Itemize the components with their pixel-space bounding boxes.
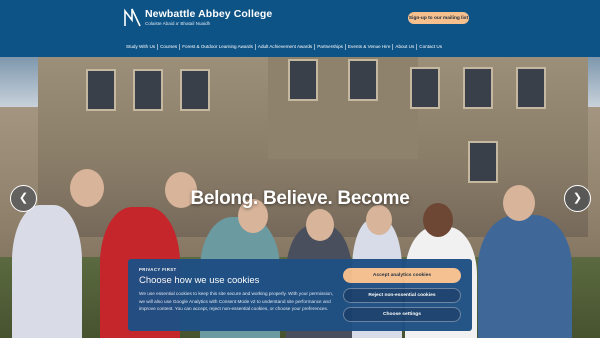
chevron-right-icon: ❯ xyxy=(572,192,583,204)
logo-title: Newbattle Abbey College xyxy=(145,8,273,20)
consent-body-text: We use essential cookies to keep this si… xyxy=(139,291,334,312)
building-window xyxy=(348,59,378,101)
consent-eyebrow: PRIVACY FIRST xyxy=(139,267,177,272)
nav-item-forest-outdoor[interactable]: Forest & Outdoor Learning Awards xyxy=(180,43,256,50)
logo-mark-icon xyxy=(124,8,141,27)
carousel-next-button[interactable]: ❯ xyxy=(564,185,591,212)
person-head xyxy=(306,209,334,241)
nav-item-about-us[interactable]: About Us xyxy=(393,43,418,50)
nav-item-courses[interactable]: Courses xyxy=(158,43,181,50)
person xyxy=(12,205,82,338)
consent-title: Choose how we use cookies xyxy=(139,275,260,286)
main-nav: Study With Us Courses Forest & Outdoor L… xyxy=(124,42,444,51)
nav-item-study-with-us[interactable]: Study With Us xyxy=(124,43,159,50)
building-window xyxy=(133,69,163,111)
chevron-left-icon: ❮ xyxy=(18,192,29,204)
building-window xyxy=(86,69,116,111)
building-window xyxy=(288,59,318,101)
building-window xyxy=(410,67,440,109)
choose-settings-button[interactable]: Choose settings xyxy=(343,307,461,322)
reject-cookies-button[interactable]: Reject non-essential cookies xyxy=(343,288,461,303)
carousel-prev-button[interactable]: ❮ xyxy=(10,185,37,212)
accept-analytics-button[interactable]: Accept analytics cookies xyxy=(343,268,461,283)
mailing-list-button[interactable]: Sign-up to our mailing list xyxy=(408,12,469,24)
logo-subtitle: Colaiste Abaid a' Bhatail Nuaidh xyxy=(145,21,211,26)
nav-item-partnerships[interactable]: Partnerships xyxy=(315,43,346,50)
college-logo[interactable]: Newbattle Abbey College Colaiste Abaid a… xyxy=(124,8,272,27)
building-window xyxy=(180,69,210,111)
person xyxy=(478,215,572,338)
nav-item-contact-us[interactable]: Contact Us xyxy=(417,44,444,50)
building-window xyxy=(463,67,493,109)
building-window xyxy=(516,67,546,109)
site-header: Newbattle Abbey College Colaiste Abaid a… xyxy=(0,0,600,57)
nav-item-adult-achievement[interactable]: Adult Achievement Awards xyxy=(256,43,316,50)
cookie-consent-dialog: PRIVACY FIRST Choose how we use cookies … xyxy=(128,259,472,331)
nav-item-events-venue[interactable]: Events & Venue Hire xyxy=(346,43,394,50)
hero-headline: Belong. Believe. Become xyxy=(190,188,410,209)
